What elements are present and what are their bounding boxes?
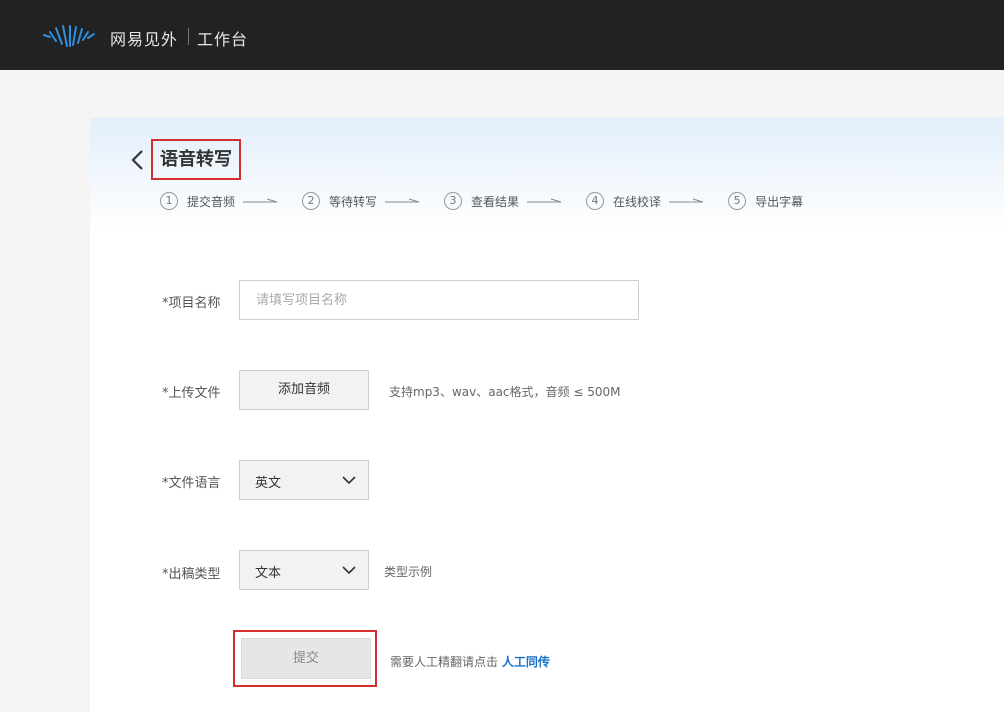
manual-translation-note-text: 需要人工精翻请点击 — [390, 655, 499, 669]
step-2: 2 等待转写 — [302, 192, 444, 210]
chevron-down-icon — [342, 476, 356, 485]
language-selected-value: 英文 — [255, 476, 282, 491]
step-1: 1 提交音频 — [160, 192, 302, 210]
output-type-selected-value: 文本 — [255, 566, 282, 581]
output-type-select[interactable]: 文本 — [239, 550, 369, 590]
main-panel: 语音转写 1 提交音频 2 等待转写 3 查看结果 4 在线校译 5 导出字幕 … — [90, 118, 1004, 712]
step-4: 4 在线校译 — [586, 192, 728, 210]
language-select[interactable]: 英文 — [239, 460, 369, 500]
step-3: 3 查看结果 — [444, 192, 586, 210]
chevron-left-icon[interactable] — [130, 148, 146, 172]
top-navigation-bar: 网易见外 工作台 — [0, 0, 1004, 70]
progress-steps: 1 提交音频 2 等待转写 3 查看结果 4 在线校译 5 导出字幕 — [160, 191, 803, 211]
step-number: 2 — [302, 192, 321, 210]
step-number: 1 — [160, 192, 178, 210]
manual-interpretation-link[interactable]: 人工同传 — [502, 655, 550, 669]
waveform-logo-icon[interactable] — [42, 24, 102, 48]
page-title: 语音转写 — [151, 139, 241, 180]
project-name-input[interactable] — [239, 280, 639, 320]
submit-highlight-frame: 提交 — [233, 630, 377, 687]
chevron-down-icon — [342, 566, 356, 575]
output-type-label: *出稿类型 — [162, 567, 221, 582]
step-number: 5 — [728, 192, 747, 210]
project-name-label: *项目名称 — [162, 296, 221, 311]
step-label: 提交音频 — [187, 194, 236, 209]
step-label: 在线校译 — [613, 194, 662, 209]
arrow-right-icon — [669, 198, 704, 203]
submit-button[interactable]: 提交 — [241, 638, 371, 679]
workspace-label[interactable]: 工作台 — [197, 26, 248, 50]
brand-name[interactable]: 网易见外 — [110, 26, 178, 50]
manual-translation-note: 需要人工精翻请点击 人工同传 — [390, 653, 550, 670]
step-number: 3 — [444, 192, 463, 210]
step-label: 导出字幕 — [755, 194, 804, 209]
language-label: *文件语言 — [162, 476, 221, 491]
upload-label: *上传文件 — [162, 386, 221, 401]
arrow-right-icon — [385, 198, 420, 203]
arrow-right-icon — [527, 198, 562, 203]
step-5: 5 导出字幕 — [728, 192, 803, 210]
upload-format-hint: 支持mp3、wav、aac格式，音频 ≤ 500M — [389, 385, 621, 399]
panel-header: 语音转写 1 提交音频 2 等待转写 3 查看结果 4 在线校译 5 导出字幕 — [90, 118, 1004, 230]
arrow-right-icon — [243, 198, 278, 203]
add-audio-button[interactable]: 添加音频 — [239, 370, 369, 410]
step-number: 4 — [586, 192, 605, 210]
step-label: 查看结果 — [471, 194, 520, 209]
type-example-link[interactable]: 类型示例 — [384, 563, 432, 580]
brand-divider — [188, 28, 189, 45]
step-label: 等待转写 — [329, 194, 378, 209]
